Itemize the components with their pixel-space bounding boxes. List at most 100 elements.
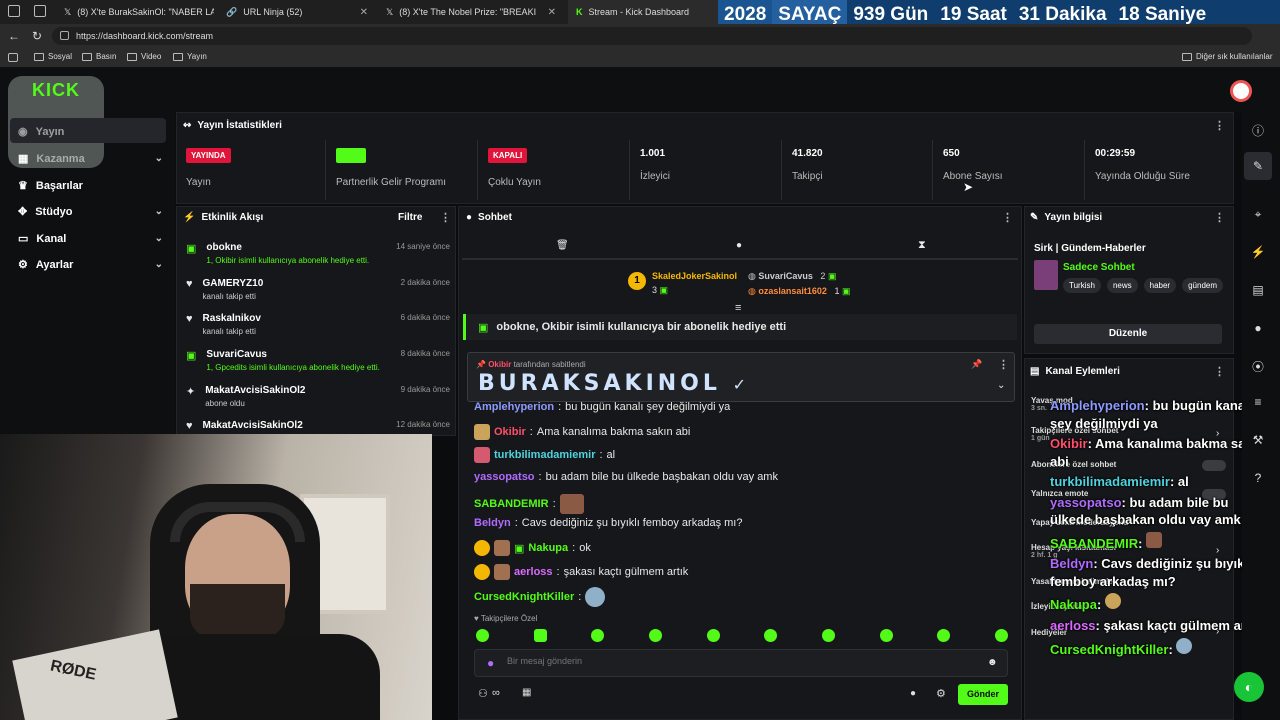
bookmark-folder[interactable]: Yayın bbox=[173, 52, 207, 61]
sidebar-item-studyo[interactable]: ✥ Stüdyo ⌄ bbox=[18, 205, 163, 219]
broadcast-icon: ◉ bbox=[18, 126, 28, 138]
trash-icon[interactable]: 🗑 bbox=[556, 240, 569, 251]
activity-menu-icon[interactable]: ⋮ bbox=[440, 211, 451, 224]
emote-icon[interactable] bbox=[476, 629, 489, 642]
avatar[interactable] bbox=[1230, 80, 1252, 102]
activity-name: obokne bbox=[206, 242, 242, 253]
emote-icon[interactable] bbox=[591, 629, 605, 642]
mic-icon[interactable]: ● bbox=[487, 656, 494, 670]
focus-icon[interactable]: ⌖ bbox=[1244, 200, 1272, 228]
bookmark-folder[interactable]: Sosyal bbox=[34, 52, 72, 61]
reading-list-icon[interactable] bbox=[8, 53, 18, 62]
emoji-icon[interactable]: ☻ bbox=[987, 657, 998, 668]
store-icon[interactable]: ▦ bbox=[522, 687, 531, 698]
close-icon[interactable]: ✕ bbox=[360, 7, 368, 18]
chat-input[interactable] bbox=[507, 656, 967, 666]
activity-name: GAMERYZ10 bbox=[202, 278, 264, 289]
unpin-icon[interactable]: 📌 bbox=[971, 359, 982, 370]
filter-button[interactable]: Filtre bbox=[398, 212, 422, 223]
heart-icon: ♥ bbox=[186, 313, 193, 325]
emote-icon[interactable] bbox=[706, 629, 720, 642]
mod-tools-icon[interactable]: ⚇ bbox=[478, 687, 488, 700]
stream-info-menu-icon[interactable]: ⋮ bbox=[1214, 211, 1225, 224]
emote-icon[interactable] bbox=[937, 629, 951, 642]
chat-username[interactable]: CursedKnightKiller bbox=[474, 591, 574, 603]
emote-icon[interactable] bbox=[994, 629, 1008, 642]
stats-menu-icon[interactable]: ⋮ bbox=[1214, 119, 1225, 132]
pinned-message[interactable]: 📌 Okibir tarafından sabitlendi BURAKSAKI… bbox=[467, 352, 1015, 402]
browser-tab-active[interactable]: K Stream - Kick Dashboard bbox=[568, 0, 718, 24]
edit-icon[interactable]: ✎ bbox=[1244, 152, 1272, 180]
chat-username[interactable]: Nakupa bbox=[528, 542, 568, 554]
emote-icon[interactable] bbox=[764, 629, 778, 642]
leaderboard-count-value: 1 bbox=[834, 286, 840, 296]
sidebar-item-kazanma[interactable]: ▦ Kazanma ⌄ bbox=[18, 152, 163, 166]
stream-info-title: Yayın bilgisi bbox=[1044, 212, 1103, 223]
overlay-username: aerloss bbox=[1050, 618, 1096, 634]
sidebar-item-ayarlar[interactable]: ⚙ Ayarlar ⌄ bbox=[18, 258, 163, 272]
chat-username[interactable]: turkbilimadamiemir bbox=[494, 449, 595, 461]
browser-tab[interactable]: 𝕏(8) X'te BurakSakinOl: "NABER LA✕ bbox=[56, 0, 214, 24]
sidebar-item-basarilar[interactable]: ♛ Başarılar bbox=[18, 179, 163, 193]
emote-icon bbox=[1146, 531, 1163, 548]
site-info-icon[interactable] bbox=[60, 31, 69, 40]
hourglass-icon[interactable]: ⧗ bbox=[918, 239, 926, 252]
emote-icon[interactable] bbox=[821, 629, 835, 642]
emote-icon[interactable] bbox=[648, 629, 662, 642]
chat-settings-bubble-icon[interactable]: ● bbox=[910, 688, 916, 699]
chat-bubble-icon[interactable]: ● bbox=[1244, 314, 1272, 342]
folder-icon bbox=[127, 52, 137, 61]
sidebar-item-yayin[interactable]: ◉ Yayın bbox=[18, 125, 163, 139]
chat-username[interactable]: Beldyn bbox=[474, 517, 511, 529]
chat-menu-icon[interactable]: ⋮ bbox=[1002, 211, 1013, 224]
sidebar-item-kanal[interactable]: ▭ Kanal ⌄ bbox=[18, 232, 163, 246]
gift-icon: ▣ bbox=[659, 285, 669, 295]
emote-icon[interactable] bbox=[879, 629, 893, 642]
overlay-chat: Amplehyperion: bu bugün kanalı şey değil… bbox=[1050, 397, 1272, 658]
gear-icon[interactable]: ⚙ bbox=[936, 687, 946, 700]
stat-multistream: KAPALI Çoklu Yayın bbox=[478, 140, 630, 200]
chat-username[interactable]: yassopatso bbox=[474, 471, 535, 483]
bookmark-folder[interactable]: Basın bbox=[82, 52, 116, 61]
bronze-medal-icon: ◍ bbox=[748, 286, 756, 296]
emote-icon[interactable] bbox=[533, 629, 547, 642]
chat-username[interactable]: aerloss bbox=[514, 566, 553, 578]
workspaces-icon[interactable] bbox=[8, 5, 20, 17]
tab-actions-icon[interactable] bbox=[34, 5, 46, 17]
infinity-icon[interactable]: ∞ bbox=[492, 687, 500, 699]
broadcast-icon[interactable]: ⦿ bbox=[1244, 352, 1272, 380]
send-button[interactable]: Gönder bbox=[958, 684, 1008, 705]
channel-actions-menu-icon[interactable]: ⋮ bbox=[1214, 365, 1225, 378]
other-bookmarks[interactable]: Diğer sık kullanılanlar bbox=[1182, 52, 1272, 61]
close-icon[interactable]: ✕ bbox=[548, 7, 556, 18]
chat-username[interactable]: Amplehyperion bbox=[474, 401, 554, 413]
bookmark-folder[interactable]: Video bbox=[127, 52, 161, 61]
back-icon[interactable]: ← bbox=[8, 29, 20, 43]
leaderboard-entry: ◍ SuvariCavus 2 ▣ bbox=[748, 271, 836, 282]
chat-username[interactable]: SABANDEMIR bbox=[474, 498, 549, 510]
browser-tab[interactable]: 𝕏 (8) X'te The Nobel Prize: "BREAKI ✕ bbox=[378, 0, 564, 24]
chat-tab-icon[interactable]: ● bbox=[736, 240, 742, 251]
support-chat-button[interactable]: ◐ bbox=[1234, 672, 1264, 702]
edit-stream-button[interactable]: Düzenle bbox=[1034, 324, 1222, 344]
expand-leaderboard-icon[interactable]: ≡ bbox=[735, 302, 741, 314]
help-icon[interactable]: ? bbox=[1244, 464, 1272, 492]
chat-input-box[interactable]: ● ☻ bbox=[474, 649, 1008, 677]
gift-icon: ▣ bbox=[841, 286, 851, 296]
browser-tab[interactable]: 🔗 URL Ninja (52) ✕ bbox=[218, 0, 376, 24]
chevron-down-icon[interactable]: ⌄ bbox=[997, 380, 1005, 391]
info-icon[interactable]: ⓘ bbox=[1244, 116, 1272, 144]
lightning-icon[interactable]: ⚡ bbox=[1244, 238, 1272, 266]
document-icon[interactable]: ▤ bbox=[1244, 276, 1272, 304]
pinned-menu-icon[interactable]: ⋮ bbox=[998, 358, 1009, 371]
url-field[interactable]: https://dashboard.kick.com/stream bbox=[52, 27, 1252, 45]
chat-username[interactable]: Okibir bbox=[494, 426, 526, 438]
reload-icon[interactable]: ↻ bbox=[32, 29, 42, 43]
activity-time: 12 dakika önce bbox=[396, 420, 450, 429]
list-icon[interactable]: ≡ bbox=[1244, 388, 1272, 416]
wrench-icon[interactable]: ⚒ bbox=[1244, 426, 1272, 454]
chat-message: yassopatso: bu adam bile bu ülkede başbak… bbox=[474, 471, 778, 483]
stat-value: 1.001 bbox=[640, 148, 666, 159]
stream-category[interactable]: Sadece Sohbet bbox=[1063, 262, 1135, 273]
tab-label: URL Ninja (52) bbox=[243, 7, 303, 17]
